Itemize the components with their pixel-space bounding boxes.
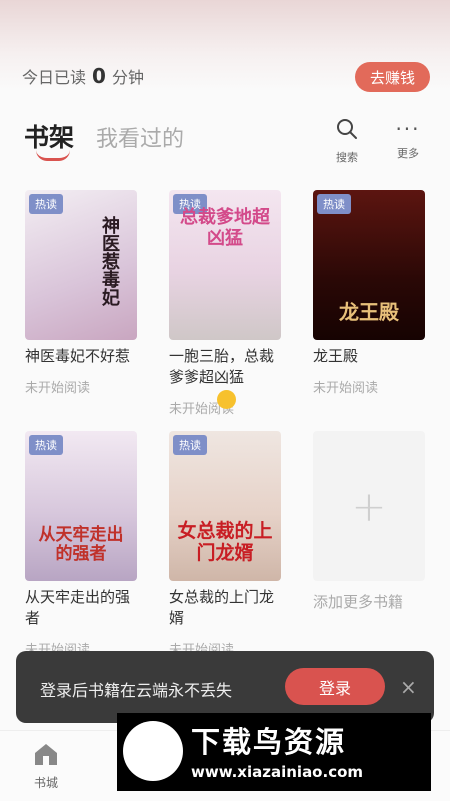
search-label: 搜索 — [336, 151, 358, 164]
book-item[interactable]: 热读 总裁爹地超凶猛 一胞三胎，总裁爹爹超凶猛 未开始阅读 — [169, 190, 281, 417]
home-icon — [35, 744, 57, 765]
nav-bookstore-label: 书城 — [33, 776, 58, 790]
plus-icon: + — [351, 481, 387, 531]
cover-title: 龙王殿 — [339, 300, 399, 324]
book-item[interactable]: 热读 从天牢走出的强者 从天牢走出的强者 未开始阅读 — [25, 431, 137, 658]
book-cover[interactable]: 热读 龙王殿 — [313, 190, 425, 340]
bookshelf-page: 今日已读 0 分钟 去赚钱 书架 我看过的 搜索 ··· 更多 热读 神医惹毒妃… — [0, 0, 450, 801]
book-title[interactable]: 一胞三胎，总裁爹爹超凶猛 — [169, 346, 281, 388]
cover-title: 总裁爹地超凶猛 — [180, 207, 270, 249]
more-label: 更多 — [397, 147, 419, 160]
watermark: 下载鸟资源 www.xiazainiao.com — [117, 713, 431, 791]
book-cover[interactable]: 热读 总裁爹地超凶猛 — [169, 190, 281, 340]
book-cover[interactable]: 热读 神医惹毒妃 — [25, 190, 137, 340]
book-item[interactable]: 热读 女总裁的上门龙婿 女总裁的上门龙婿 未开始阅读 — [169, 431, 281, 658]
reading-suffix: 分钟 — [111, 68, 144, 87]
more-button[interactable]: ··· 更多 — [388, 117, 428, 161]
search-icon — [337, 119, 357, 139]
add-book-button[interactable]: + — [313, 431, 425, 581]
cover-title: 神医惹毒妃 — [99, 216, 120, 306]
cover-title: 从天牢走出的强者 — [38, 524, 124, 565]
watermark-text: 下载鸟资源 — [191, 725, 347, 759]
login-banner-text: 登录后书籍在云端永不丢失 — [40, 681, 233, 700]
hot-badge: 热读 — [29, 194, 63, 214]
hot-badge: 热读 — [173, 435, 207, 455]
watermark-logo — [123, 721, 183, 781]
book-title[interactable]: 从天牢走出的强者 — [25, 587, 137, 629]
tab-bookshelf[interactable]: 书架 — [24, 118, 74, 154]
add-book-label[interactable]: 添加更多书籍 — [313, 591, 403, 612]
book-item[interactable]: 热读 龙王殿 龙王殿 未开始阅读 — [313, 190, 425, 396]
tab-history[interactable]: 我看过的 — [96, 121, 184, 153]
reading-prefix: 今日已读 — [22, 68, 87, 87]
reading-time: 今日已读 0 分钟 — [22, 64, 144, 88]
touch-indicator — [217, 390, 236, 409]
book-status: 未开始阅读 — [313, 381, 379, 396]
search-button[interactable]: 搜索 — [327, 117, 367, 165]
book-title[interactable]: 女总裁的上门龙婿 — [169, 587, 281, 629]
book-title[interactable]: 神医毒妃不好惹 — [25, 346, 137, 367]
book-title[interactable]: 龙王殿 — [313, 346, 425, 367]
active-tab-indicator — [36, 150, 70, 161]
hot-badge: 热读 — [29, 435, 63, 455]
reading-minutes: 0 — [92, 64, 106, 88]
book-item[interactable]: 热读 神医惹毒妃 神医毒妃不好惹 未开始阅读 — [25, 190, 137, 396]
watermark-url: www.xiazainiao.com — [191, 763, 364, 781]
hot-badge: 热读 — [317, 194, 351, 214]
cover-title: 女总裁的上门龙婿 — [177, 520, 273, 565]
book-cover[interactable]: 热读 从天牢走出的强者 — [25, 431, 137, 581]
more-dots-icon: ··· — [395, 117, 421, 141]
book-status: 未开始阅读 — [25, 381, 91, 396]
book-cover[interactable]: 热读 女总裁的上门龙婿 — [169, 431, 281, 581]
nav-bookstore[interactable]: 书城 — [28, 741, 64, 791]
login-button[interactable]: 登录 — [285, 668, 385, 705]
close-icon[interactable]: × — [400, 675, 417, 699]
earn-money-button[interactable]: 去赚钱 — [355, 62, 430, 92]
